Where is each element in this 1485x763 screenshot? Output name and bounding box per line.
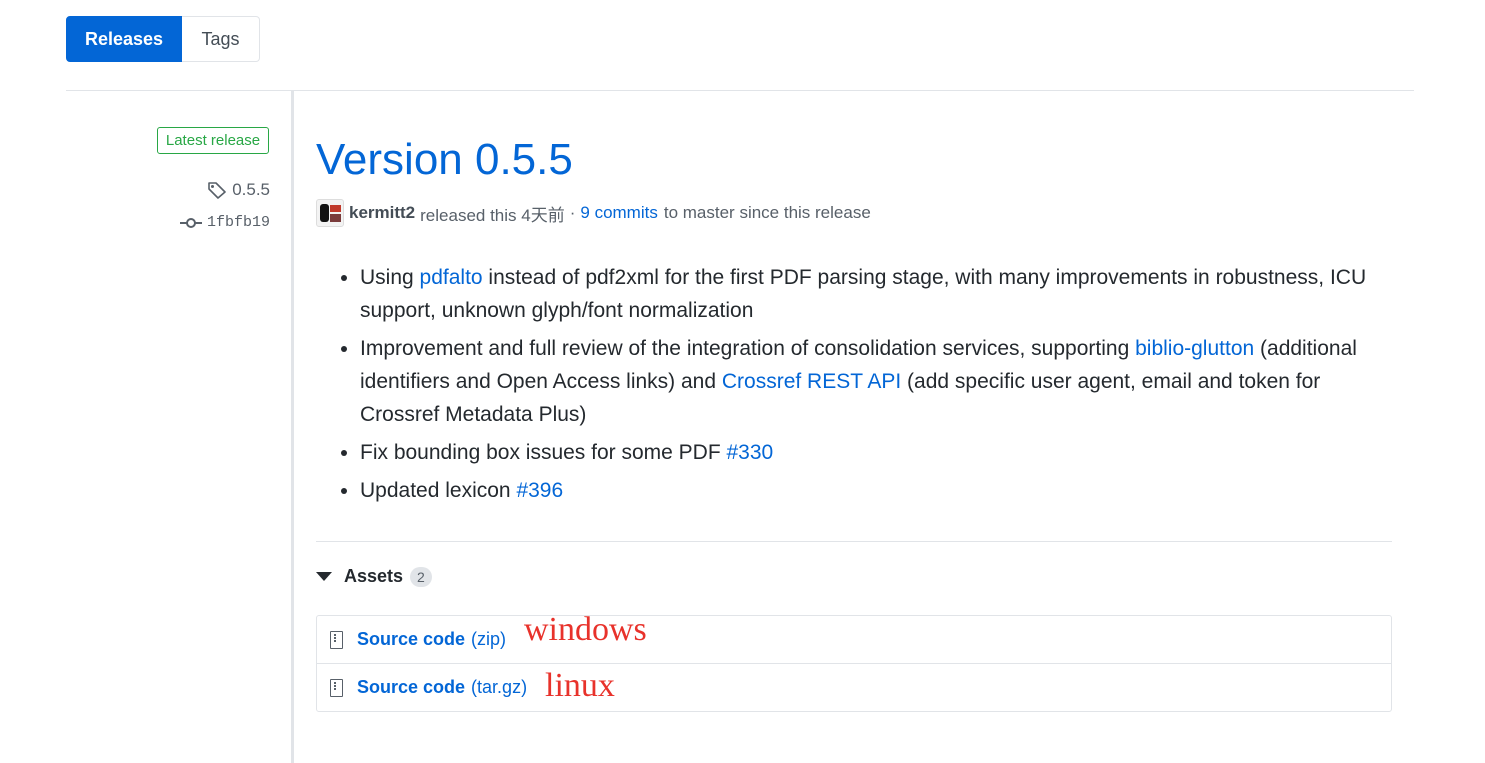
release-byline: kermitt2 released this 4天前 · 9 commits t… [316,199,871,227]
asset-row-targz[interactable]: Source code (tar.gz) linux [317,663,1391,711]
author-link[interactable]: kermitt2 [349,203,415,223]
assets-toggle[interactable]: Assets 2 [316,566,432,587]
release-title[interactable]: Version 0.5.5 [316,133,573,187]
tab-releases[interactable]: Releases [66,16,182,62]
annotation-linux: linux [545,667,615,704]
byline-separator: · [569,203,576,222]
asset-format[interactable]: (zip) [471,629,506,650]
git-commit-icon [179,217,202,228]
list-item: Improvement and full review of the integ… [360,332,1392,431]
file-zip-icon [330,678,343,697]
latest-release-badge: Latest release [157,127,269,154]
asset-row-zip[interactable]: Source code (zip) windows [317,611,1391,663]
tab-tags[interactable]: Tags [182,16,260,62]
header-divider [66,90,1414,91]
assets-divider [316,541,1392,542]
asset-name[interactable]: Source code [357,629,465,650]
author-avatar[interactable] [316,199,344,227]
list-item: Updated lexicon #396 [360,474,1392,507]
assets-label: Assets [344,566,404,586]
asset-format[interactable]: (tar.gz) [471,677,527,698]
pdfalto-link[interactable]: pdfalto [420,266,483,289]
triangle-down-icon [316,572,332,581]
commits-since-link[interactable]: 9 commits [580,203,657,223]
annotation-windows: windows [524,611,647,648]
release-tabs: Releases Tags [66,16,260,62]
biblio-glutton-link[interactable]: biblio-glutton [1135,337,1254,360]
file-zip-icon [330,630,343,649]
list-item: Using pdfalto instead of pdf2xml for the… [360,261,1392,327]
release-notes: Using pdfalto instead of pdf2xml for the… [316,261,1392,512]
timeline-divider [291,91,294,763]
tag-icon [208,182,226,199]
released-time: released this 4天前 [420,205,565,225]
release-commit[interactable]: 1fbfb19 [179,214,270,231]
list-item: Fix bounding box issues for some PDF #33… [360,436,1392,469]
release-tag[interactable]: 0.5.5 [207,180,270,200]
issue-396-link[interactable]: #396 [516,479,563,502]
release-tag-label: 0.5.5 [232,180,270,199]
issue-330-link[interactable]: #330 [727,441,774,464]
asset-name[interactable]: Source code [357,677,465,698]
assets-count-badge: 2 [410,566,432,587]
release-commit-sha: 1fbfb19 [206,214,270,231]
crossref-api-link[interactable]: Crossref REST API [722,370,901,393]
assets-list: Source code (zip) windows Source code (t… [316,611,1392,712]
commits-since-text: to master since this release [663,203,871,222]
